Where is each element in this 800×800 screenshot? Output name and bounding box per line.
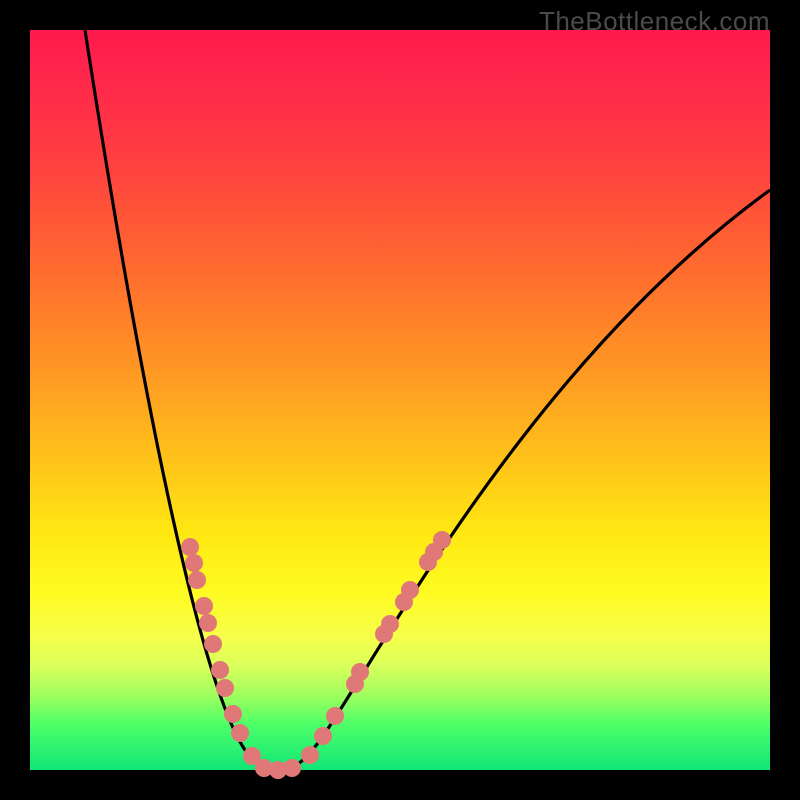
- dot-left-5: [204, 635, 222, 653]
- dot-left-1: [185, 554, 203, 572]
- dot-left-2: [188, 571, 206, 589]
- left-curve: [85, 30, 280, 770]
- dot-right-6: [381, 615, 399, 633]
- curve-svg: [30, 30, 770, 770]
- dot-right-1: [314, 727, 332, 745]
- dots-right-group: [301, 531, 451, 764]
- dot-left-0: [181, 538, 199, 556]
- dot-right-2: [326, 707, 344, 725]
- dot-left-9: [231, 724, 249, 742]
- dot-left-7: [216, 679, 234, 697]
- dot-left-6: [211, 661, 229, 679]
- dot-right-8: [401, 581, 419, 599]
- chart-frame: TheBottleneck.com: [0, 0, 800, 800]
- dot-left-3: [195, 597, 213, 615]
- dot-left-13: [283, 759, 301, 777]
- plot-area: [30, 30, 770, 770]
- dot-right-11: [433, 531, 451, 549]
- dot-left-4: [199, 614, 217, 632]
- dot-left-8: [224, 705, 242, 723]
- dot-right-0: [301, 746, 319, 764]
- dot-right-4: [351, 663, 369, 681]
